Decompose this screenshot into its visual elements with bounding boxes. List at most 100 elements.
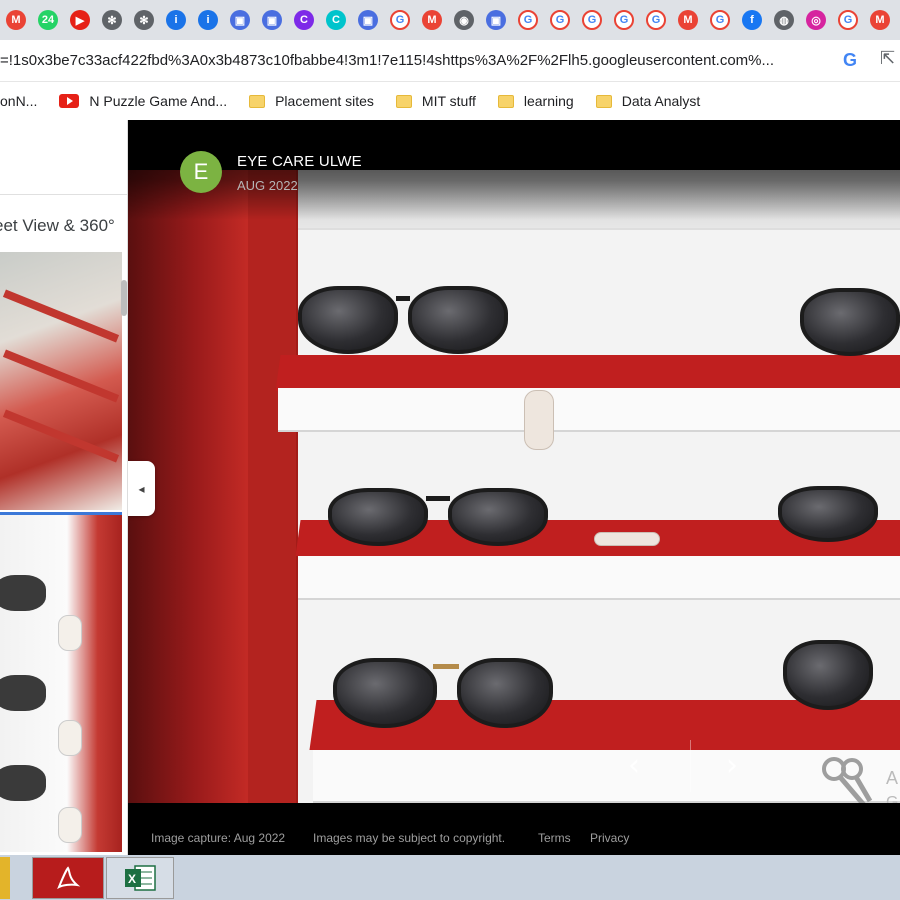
previous-photo-button[interactable]: ‹: [628, 748, 640, 783]
scrollbar-thumb[interactable]: [121, 280, 127, 316]
chevron-left-icon: ◂: [138, 481, 145, 496]
chrome-icon: ◉: [454, 10, 474, 30]
browser-tab[interactable]: G: [384, 0, 416, 40]
privacy-link[interactable]: Privacy: [590, 831, 629, 845]
google-icon: G: [646, 10, 666, 30]
divider: [0, 194, 127, 195]
browser-tab[interactable]: G: [832, 0, 864, 40]
browser-tab[interactable]: ◍: [768, 0, 800, 40]
browser-tab[interactable]: i: [192, 0, 224, 40]
collapse-panel-button[interactable]: ◂: [128, 461, 155, 516]
bookmark-label: learning: [523, 93, 574, 109]
price-tag-shape: [58, 615, 82, 651]
folder-icon: [595, 94, 612, 108]
canva-icon: C: [326, 10, 346, 30]
browser-tab[interactable]: M: [0, 0, 32, 40]
white-shelf-shape: [313, 750, 900, 803]
browser-tab[interactable]: C: [320, 0, 352, 40]
copyright-text: Images may be subject to copyright.: [313, 831, 506, 845]
folder-icon: [395, 94, 412, 108]
bag-icon: ▣: [486, 10, 506, 30]
lens-shape: [328, 488, 428, 546]
browser-tab[interactable]: ✻: [96, 0, 128, 40]
bookmarks-bar: onN... N Puzzle Game And... Placement si…: [0, 82, 900, 120]
place-title[interactable]: EYE CARE ULWE: [237, 153, 362, 170]
bookmark-label: Placement sites: [275, 93, 374, 109]
lens-shape: [778, 486, 878, 542]
lens-shape: [783, 640, 873, 710]
photo-viewer[interactable]: E EYE CARE ULWE AUG 2022 ◂ ‹ › A G Image…: [128, 120, 900, 855]
shelf-shape: [2, 289, 120, 343]
browser-tab[interactable]: ▣: [352, 0, 384, 40]
share-icon[interactable]: ⇱: [880, 48, 895, 69]
browser-tab[interactable]: ▣: [224, 0, 256, 40]
price-tag-shape: [58, 807, 82, 843]
google-icon: G: [582, 10, 602, 30]
terms-link[interactable]: Terms: [538, 831, 571, 845]
browser-tab[interactable]: ▣: [480, 0, 512, 40]
price-tag-shape: [58, 720, 82, 756]
bookmark-item[interactable]: N Puzzle Game And...: [59, 93, 227, 109]
nav-divider: [690, 740, 691, 792]
info-icon: i: [166, 10, 186, 30]
address-bar[interactable]: =!1s0x3be7c33acf422fbd%3A0x3b4873c10fbab…: [0, 40, 900, 82]
google-icon[interactable]: G: [843, 50, 857, 71]
photo-thumbnail[interactable]: [0, 252, 122, 510]
browser-tab[interactable]: f: [736, 0, 768, 40]
shelf-shape: [2, 349, 120, 403]
side-text: A: [886, 768, 899, 788]
next-photo-button[interactable]: ›: [726, 748, 738, 783]
browser-tab[interactable]: ◉: [448, 0, 480, 40]
bookmark-label: N Puzzle Game And...: [89, 93, 228, 109]
browser-tab[interactable]: ▶: [64, 0, 96, 40]
browser-tab[interactable]: G: [512, 0, 544, 40]
lens-shape: [333, 658, 437, 728]
google-icon: G: [390, 10, 410, 30]
browser-tab[interactable]: G: [544, 0, 576, 40]
bookmark-folder[interactable]: Data Analyst: [595, 93, 701, 109]
bookmark-folder[interactable]: MIT stuff: [395, 93, 476, 109]
taskbar-app-icon[interactable]: [0, 857, 10, 899]
google-icon: G: [710, 10, 730, 30]
whatsapp-icon: 24: [38, 10, 58, 30]
bookmark-folder[interactable]: Placement sites: [249, 93, 374, 109]
viewer-header: [128, 120, 900, 220]
browser-tab[interactable]: ▣: [256, 0, 288, 40]
browser-tab[interactable]: G: [640, 0, 672, 40]
bookmark-label: Data Analyst: [621, 93, 701, 109]
browser-tab[interactable]: ◎: [800, 0, 832, 40]
lens-shape: [448, 488, 548, 546]
bag-icon: ▣: [358, 10, 378, 30]
browser-tab[interactable]: ✻: [128, 0, 160, 40]
sunglasses-shape: [0, 575, 46, 611]
lens-shape: [800, 288, 900, 356]
browser-tab[interactable]: G: [608, 0, 640, 40]
white-shelf-shape: [298, 556, 900, 600]
browser-tab[interactable]: M: [672, 0, 704, 40]
acrobat-icon[interactable]: [32, 857, 104, 899]
price-tag-shape: [594, 532, 660, 546]
browser-tab[interactable]: M: [864, 0, 896, 40]
google-icon: G: [614, 10, 634, 30]
browser-tab[interactable]: C: [288, 0, 320, 40]
street-view-label[interactable]: eet View & 360°: [0, 216, 115, 236]
browser-tab[interactable]: i: [160, 0, 192, 40]
browser-tab[interactable]: 24: [32, 0, 64, 40]
gmail-icon: M: [422, 10, 442, 30]
avatar[interactable]: E: [180, 151, 222, 193]
lens-shape: [408, 286, 508, 354]
store-photo[interactable]: [128, 170, 900, 803]
url-text[interactable]: =!1s0x3be7c33acf422fbd%3A0x3b4873c10fbab…: [0, 52, 840, 69]
folder-icon: [249, 94, 266, 108]
price-tag-shape: [524, 390, 554, 450]
browser-tab[interactable]: G: [576, 0, 608, 40]
browser-tab[interactable]: M: [416, 0, 448, 40]
excel-icon[interactable]: X: [106, 857, 174, 899]
browser-tab[interactable]: G: [704, 0, 736, 40]
bookmark-folder[interactable]: learning: [497, 93, 574, 109]
photo-thumbnail[interactable]: [0, 512, 122, 852]
viewer-footer: Image capture: Aug 2022 Images may be su…: [128, 803, 900, 855]
bookmark-item[interactable]: onN...: [0, 93, 37, 109]
bridge-shape: [433, 664, 459, 669]
chevron-left-icon: ‹: [628, 748, 640, 783]
